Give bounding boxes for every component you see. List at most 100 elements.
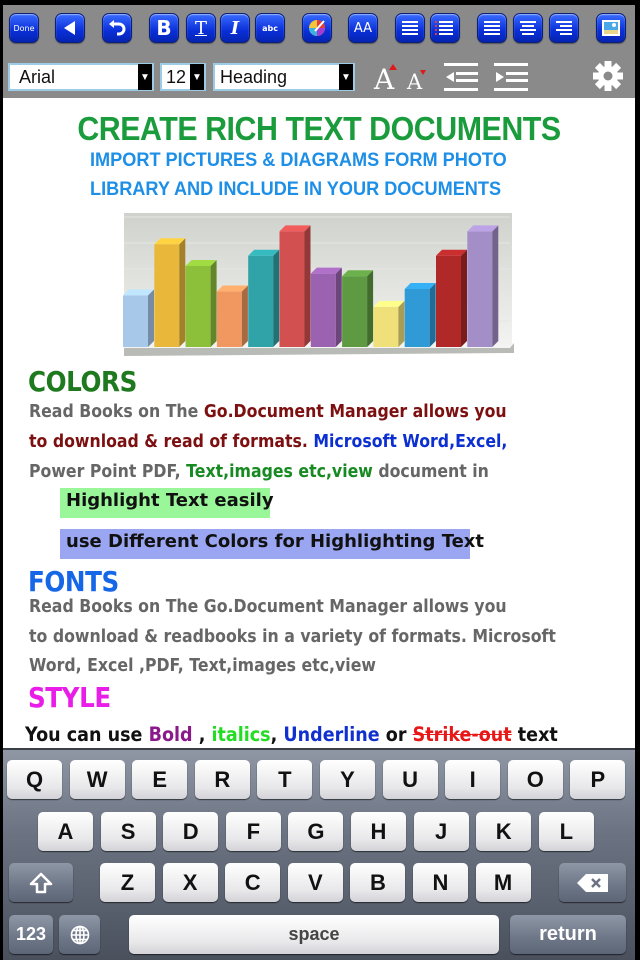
svg-text:A: A — [406, 70, 423, 92]
key-x[interactable]: X — [162, 863, 218, 902]
key-m[interactable]: M — [475, 863, 531, 902]
key-a[interactable]: A — [38, 812, 93, 851]
key-q[interactable]: Q — [7, 760, 62, 799]
insert-image-button[interactable] — [596, 13, 626, 43]
colors-heading: COLORS — [28, 365, 137, 398]
key-g[interactable]: G — [288, 812, 344, 851]
embedded-bar-chart-image[interactable] — [122, 211, 514, 356]
fonts-heading: FONTS — [28, 565, 119, 598]
chart-bar-front — [310, 273, 336, 347]
text-strikeout-red: Strike-out — [412, 723, 512, 746]
align-right-button[interactable] — [549, 13, 579, 43]
key-k[interactable]: K — [476, 812, 532, 851]
shift-key[interactable] — [9, 863, 73, 902]
key-s[interactable]: S — [100, 812, 156, 851]
key-p[interactable]: P — [570, 760, 626, 799]
key-r[interactable]: R — [194, 760, 250, 799]
key-f[interactable]: F — [225, 812, 281, 851]
key-b[interactable]: B — [350, 863, 406, 902]
chart-bar-side — [148, 289, 154, 347]
chart-bar-front — [342, 276, 368, 347]
key-n[interactable]: N — [413, 863, 468, 902]
chart-bar — [154, 238, 186, 347]
document-editor[interactable]: CREATE RICH TEXT DOCUMENTS IMPORT PICTUR… — [3, 98, 635, 748]
paragraph-style-select[interactable]: Heading ▼ — [213, 63, 355, 91]
key-o[interactable]: O — [507, 760, 563, 799]
indent-button[interactable] — [494, 62, 530, 92]
undo-button[interactable] — [102, 13, 132, 43]
chart-bar-side — [273, 249, 280, 347]
chart-bar-front — [436, 255, 461, 347]
key-h[interactable]: H — [351, 812, 406, 851]
key-e[interactable]: E — [132, 760, 188, 799]
colors-paragraph-line-3: Power Point PDF, Text,images etc,view do… — [29, 462, 489, 482]
space-key[interactable]: space — [129, 915, 499, 954]
text-gray: Power Point PDF, — [29, 462, 187, 482]
font-size-select[interactable]: 12 ▼ — [160, 63, 206, 91]
key-u[interactable]: U — [382, 760, 438, 799]
underline-icon: T — [194, 17, 207, 39]
align-left-button[interactable] — [477, 13, 507, 43]
globe-key[interactable] — [59, 915, 100, 954]
bullet-list-button[interactable] — [395, 13, 425, 43]
chart-bar-front — [216, 291, 242, 347]
settings-button[interactable] — [592, 60, 624, 92]
key-y[interactable]: Y — [320, 760, 375, 799]
text-black: , — [192, 723, 212, 746]
key-v[interactable]: V — [287, 863, 343, 902]
key-w[interactable]: W — [69, 760, 125, 799]
fonts-paragraph-line-3: Word, Excel ,PDF, Text,images etc,view — [29, 656, 376, 676]
chevron-down-icon[interactable]: ▼ — [138, 64, 152, 90]
text-black: or — [379, 723, 413, 746]
numbered-list-button[interactable] — [430, 13, 460, 43]
font-size-icon: AA — [353, 20, 373, 36]
chart-bar-front — [373, 306, 399, 347]
chevron-down-icon[interactable]: ▼ — [339, 64, 353, 90]
delete-key[interactable] — [559, 863, 626, 902]
chevron-down-icon[interactable]: ▼ — [190, 64, 204, 90]
done-label: Done — [13, 23, 35, 33]
done-button[interactable]: Done — [9, 13, 39, 43]
key-t[interactable]: T — [257, 760, 313, 799]
italic-button[interactable]: I — [220, 13, 250, 43]
strikethrough-button[interactable]: abc — [255, 13, 285, 43]
return-key[interactable]: return — [510, 915, 626, 954]
toolbar-row-2: Arial ▼ 12 ▼ Heading ▼ A A — [3, 60, 635, 92]
text-italics-green: italics — [211, 723, 271, 746]
app-screen: Done B T I abc AA Arial ▼ 12 ▼ Heading ▼… — [3, 5, 635, 960]
underline-button[interactable]: T — [186, 13, 216, 43]
key-i[interactable]: I — [445, 760, 501, 799]
on-screen-keyboard: QWERTYUIOP ASDFGHJKL ZXCVBNM 123 space r… — [3, 748, 635, 960]
key-z[interactable]: Z — [100, 863, 155, 902]
text-color-button[interactable] — [302, 13, 332, 43]
font-size-button[interactable]: AA — [348, 13, 378, 43]
key-l[interactable]: L — [538, 812, 594, 851]
undo-icon — [109, 20, 126, 36]
align-center-button[interactable] — [513, 13, 543, 43]
chart-bar — [123, 289, 154, 347]
chart-bar-side — [210, 259, 217, 347]
outdent-icon — [444, 63, 478, 91]
colors-paragraph-line-1: Read Books on The Go.Document Manager al… — [29, 402, 507, 422]
bold-icon: B — [156, 16, 172, 40]
chart-bar-front — [185, 265, 211, 347]
text-underline-blue: Underline — [283, 723, 380, 746]
color-palette-icon — [309, 20, 325, 36]
chart-bar-side — [241, 285, 248, 347]
outdent-button[interactable] — [444, 62, 480, 92]
back-button[interactable] — [55, 13, 85, 43]
chart-bar-front — [404, 289, 430, 347]
font-family-select[interactable]: Arial ▼ — [8, 63, 154, 91]
font-size-value: 12 — [166, 66, 187, 87]
bold-button[interactable]: B — [149, 13, 179, 43]
decrease-font-button[interactable]: A — [405, 64, 429, 92]
back-arrow-icon — [64, 21, 75, 35]
colors-paragraph-line-2: to download & read of formats. Microsoft… — [29, 432, 507, 452]
increase-font-button[interactable]: A — [371, 60, 401, 92]
strikethrough-icon: abc — [262, 23, 278, 33]
chart-bar-side — [304, 225, 311, 347]
key-j[interactable]: J — [413, 812, 469, 851]
key-c[interactable]: C — [225, 863, 281, 902]
numbers-key[interactable]: 123 — [9, 915, 53, 954]
key-d[interactable]: D — [163, 812, 219, 851]
